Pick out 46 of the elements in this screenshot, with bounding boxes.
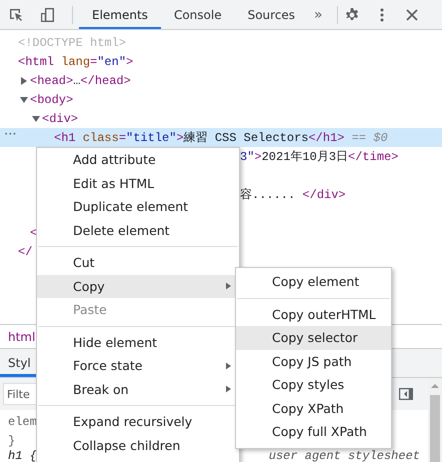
submenu-arrow-icon (226, 385, 231, 394)
more-tabs-button[interactable]: » (308, 6, 337, 22)
menu-item[interactable]: Copy selector (236, 326, 391, 350)
style-rule-text: h1 { (8, 450, 37, 462)
code-line: <body> (30, 92, 74, 106)
menu-item[interactable]: Copy element (236, 270, 391, 294)
panel-tab[interactable]: Elements (79, 0, 161, 29)
menu-item[interactable]: Duplicate element (37, 195, 239, 218)
expanded-arrow-icon[interactable] (32, 114, 40, 122)
menu-item[interactable]: Edit as HTML (37, 172, 239, 195)
code-line: 容...... </div> (240, 187, 346, 203)
inspect-icon[interactable] (8, 6, 24, 22)
style-rule-text: elem (8, 414, 37, 428)
style-rule-text: } (8, 434, 16, 448)
code-line: </ (18, 244, 32, 258)
menu-item[interactable]: Collapse children (37, 434, 239, 457)
collapsed-arrow-icon[interactable] (20, 76, 28, 84)
menu-item[interactable]: Break on (37, 378, 239, 401)
menu-item[interactable]: Add attribute (37, 148, 239, 172)
sidebar-toggle-icon[interactable] (398, 386, 414, 402)
menu-item[interactable]: Copy JS path (236, 350, 391, 373)
settings-icon[interactable] (344, 6, 360, 22)
menu-item[interactable]: Copy full XPath (236, 420, 391, 444)
code-line: <head>…</head> (30, 74, 131, 88)
code-line: <div> (42, 112, 78, 126)
code-line: <html lang="en"> (18, 54, 134, 68)
menu-item[interactable]: Copy styles (236, 373, 391, 396)
menu-item[interactable]: Expand recursively (37, 410, 239, 434)
submenu-arrow-icon (226, 282, 231, 290)
code-line: <h1 class="title">練習 CSS Selectors</h1> == $0 (54, 130, 388, 146)
expanded-arrow-icon[interactable] (20, 96, 28, 104)
more-options-icon[interactable] (380, 6, 384, 22)
code-line: <!DOCTYPE html> (18, 36, 126, 50)
close-icon[interactable] (404, 6, 420, 22)
scrollbar[interactable] (428, 378, 442, 462)
stylesheet-source: user agent stylesheet (268, 450, 420, 462)
panel-tab[interactable]: Console (160, 0, 235, 29)
panel-tab[interactable]: Sources (234, 0, 308, 29)
menu-item[interactable]: Cut (37, 251, 239, 274)
menu-item[interactable]: Copy XPath (236, 396, 391, 420)
submenu-arrow-icon (226, 362, 231, 370)
code-line: 3">2021年10月3日</time> (240, 149, 398, 165)
device-icon[interactable] (40, 6, 56, 22)
menu-item[interactable]: Delete element (37, 218, 239, 242)
menu-item[interactable]: Copy outerHTML (236, 302, 391, 326)
breadcrumb-item[interactable]: html (8, 330, 36, 344)
